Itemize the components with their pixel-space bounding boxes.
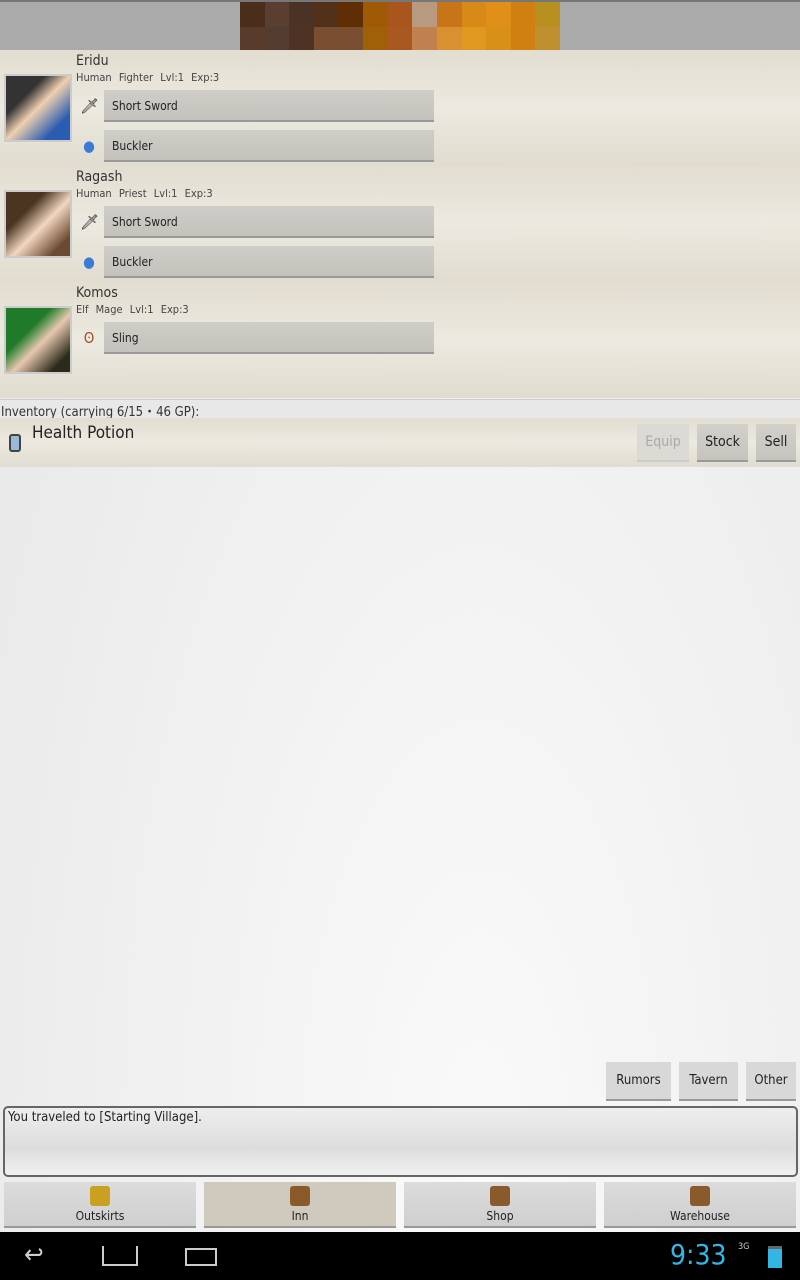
shield-icon: ● xyxy=(83,137,95,155)
party-member: Komos Elf Mage Lvl:1 Exp:3 ʘ Sling xyxy=(0,282,800,398)
nav-warehouse[interactable]: Warehouse xyxy=(604,1182,796,1228)
recents-icon[interactable] xyxy=(185,1248,217,1266)
nav-shop[interactable]: Shop xyxy=(404,1182,596,1228)
banner-pixel xyxy=(486,27,511,52)
banner-pixel xyxy=(240,27,265,52)
banner-pixel xyxy=(363,2,388,27)
banner-pixel xyxy=(289,2,314,27)
banner-pixel xyxy=(535,2,560,27)
banner-pixel xyxy=(387,2,413,27)
avatar[interactable] xyxy=(4,306,72,374)
back-icon[interactable]: ↩ xyxy=(24,1240,44,1270)
member-name: Komos xyxy=(76,285,118,301)
equipment-slot[interactable]: Short Sword xyxy=(104,206,434,238)
banner-pixel xyxy=(313,27,339,52)
clock: 9:33 xyxy=(670,1238,727,1271)
banner-pixel xyxy=(264,27,290,52)
banner-pixel xyxy=(436,27,462,52)
banner-pixel xyxy=(486,2,511,27)
member-info: Human Fighter Lvl:1 Exp:3 xyxy=(76,71,220,84)
member-info: Elf Mage Lvl:1 Exp:3 xyxy=(76,303,189,316)
banner xyxy=(0,0,800,52)
equip-button[interactable]: Equip xyxy=(637,424,689,462)
avatar[interactable] xyxy=(4,74,72,142)
member-name: Ragash xyxy=(76,169,123,185)
banner-pixel xyxy=(412,27,437,52)
item-name: Health Potion xyxy=(32,423,135,443)
nav-outskirts[interactable]: Outskirts xyxy=(4,1182,196,1228)
system-bar: ↩ 9:33 3G xyxy=(0,1232,800,1280)
banner-pixel xyxy=(387,27,413,52)
other-button[interactable]: Other xyxy=(746,1062,796,1101)
stock-button[interactable]: Stock xyxy=(697,424,748,462)
inventory-item[interactable]: Health Potion Equip Stock Sell xyxy=(0,418,800,467)
banner-pixel xyxy=(289,27,314,52)
banner-pixel xyxy=(436,2,462,27)
shop-sign-icon xyxy=(490,1186,510,1206)
beer-sign-icon xyxy=(290,1186,310,1206)
banner-image xyxy=(240,2,560,52)
banner-pixel xyxy=(338,27,364,52)
sling-icon: ʘ xyxy=(83,329,95,347)
network-indicator: 3G xyxy=(738,1242,750,1252)
banner-pixel xyxy=(240,2,265,27)
rumors-button[interactable]: Rumors xyxy=(606,1062,671,1101)
sword-icon: 🗡 xyxy=(80,97,100,115)
banner-pixel xyxy=(338,2,364,27)
potion-icon xyxy=(9,434,21,452)
equipment-slot[interactable]: Sling xyxy=(104,322,434,354)
nav-inn[interactable]: Inn xyxy=(204,1182,396,1228)
message-log: You traveled to [Starting Village]. xyxy=(3,1106,798,1177)
equipment-slot[interactable]: Short Sword xyxy=(104,90,434,122)
tavern-button[interactable]: Tavern xyxy=(679,1062,738,1101)
banner-pixel xyxy=(510,2,536,27)
equipment-slot[interactable]: Buckler xyxy=(104,246,434,278)
banner-pixel xyxy=(535,27,560,52)
shield-icon: ● xyxy=(83,253,95,271)
warehouse-sign-icon xyxy=(690,1186,710,1206)
sell-button[interactable]: Sell xyxy=(756,424,796,462)
banner-pixel xyxy=(461,2,487,27)
inventory-label: Inventory (carrying 6/15・46 GP): xyxy=(0,399,800,420)
banner-pixel xyxy=(313,2,339,27)
avatar[interactable] xyxy=(4,190,72,258)
banner-pixel xyxy=(264,2,290,27)
banner-pixel xyxy=(412,2,437,27)
party-member: Ragash Human Priest Lvl:1 Exp:3 🗡 Short … xyxy=(0,166,800,282)
battery-icon xyxy=(768,1246,782,1268)
banner-pixel xyxy=(461,27,487,52)
member-name: Eridu xyxy=(76,53,109,69)
equipment-slot[interactable]: Buckler xyxy=(104,130,434,162)
banner-pixel xyxy=(510,27,536,52)
signpost-icon xyxy=(90,1186,110,1206)
banner-pixel xyxy=(363,27,388,52)
sword-icon: 🗡 xyxy=(80,213,100,231)
member-info: Human Priest Lvl:1 Exp:3 xyxy=(76,187,213,200)
home-icon[interactable] xyxy=(102,1246,138,1266)
party-member: Eridu Human Fighter Lvl:1 Exp:3 🗡 Short … xyxy=(0,50,800,166)
